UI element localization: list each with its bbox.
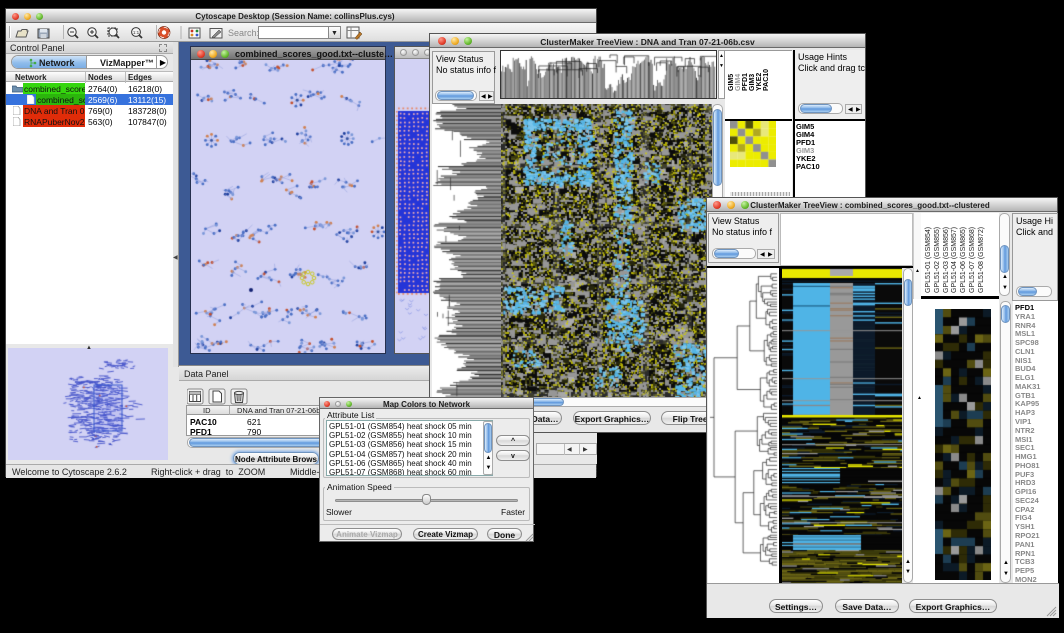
svg-text:1:1: 1:1 xyxy=(133,30,140,35)
